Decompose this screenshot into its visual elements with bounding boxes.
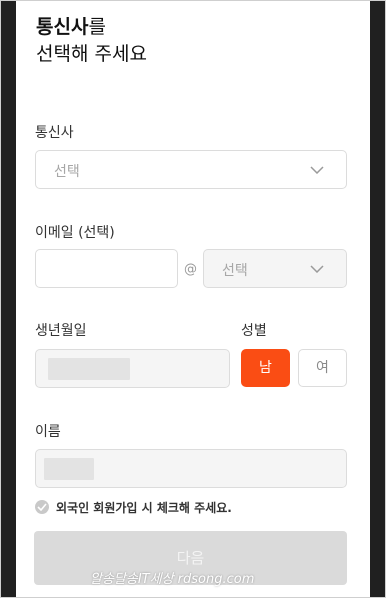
at-sign: @ — [184, 262, 197, 277]
name-label: 이름 — [35, 424, 61, 440]
email-domain-value: 선택 — [222, 263, 248, 279]
email-id-input[interactable] — [35, 249, 178, 288]
chevron-down-icon — [310, 265, 324, 273]
birth-input[interactable] — [35, 349, 230, 388]
email-domain-select[interactable]: 선택 — [203, 249, 347, 288]
redacted-value — [44, 458, 94, 480]
right-gutter — [370, 1, 385, 597]
gender-female-button[interactable]: 여 — [298, 349, 347, 387]
redacted-value — [48, 358, 130, 380]
gender-male-button[interactable]: 남 — [241, 349, 290, 387]
watermark: 알송달송IT세상 rdsong.com — [90, 572, 255, 587]
chevron-down-icon — [310, 166, 324, 174]
title-bold: 통신사 — [36, 16, 89, 38]
check-icon — [37, 503, 47, 511]
carrier-label: 통신사 — [35, 125, 74, 141]
birth-label: 생년월일 — [35, 323, 87, 339]
page-title: 통신사를 선택해 주세요 — [36, 14, 147, 68]
carrier-select-value: 선택 — [54, 164, 80, 180]
name-input[interactable] — [35, 449, 347, 488]
title-line2: 선택해 주세요 — [36, 43, 147, 65]
left-gutter — [1, 1, 16, 597]
title-tail: 를 — [88, 16, 106, 38]
carrier-select[interactable]: 선택 — [35, 150, 347, 189]
foreigner-checkbox-label[interactable]: 외국인 회원가입 시 체크해 주세요. — [56, 499, 232, 516]
email-label: 이메일 (선택) — [35, 225, 115, 241]
foreigner-checkbox[interactable] — [35, 500, 49, 514]
gender-label: 성별 — [241, 323, 267, 339]
